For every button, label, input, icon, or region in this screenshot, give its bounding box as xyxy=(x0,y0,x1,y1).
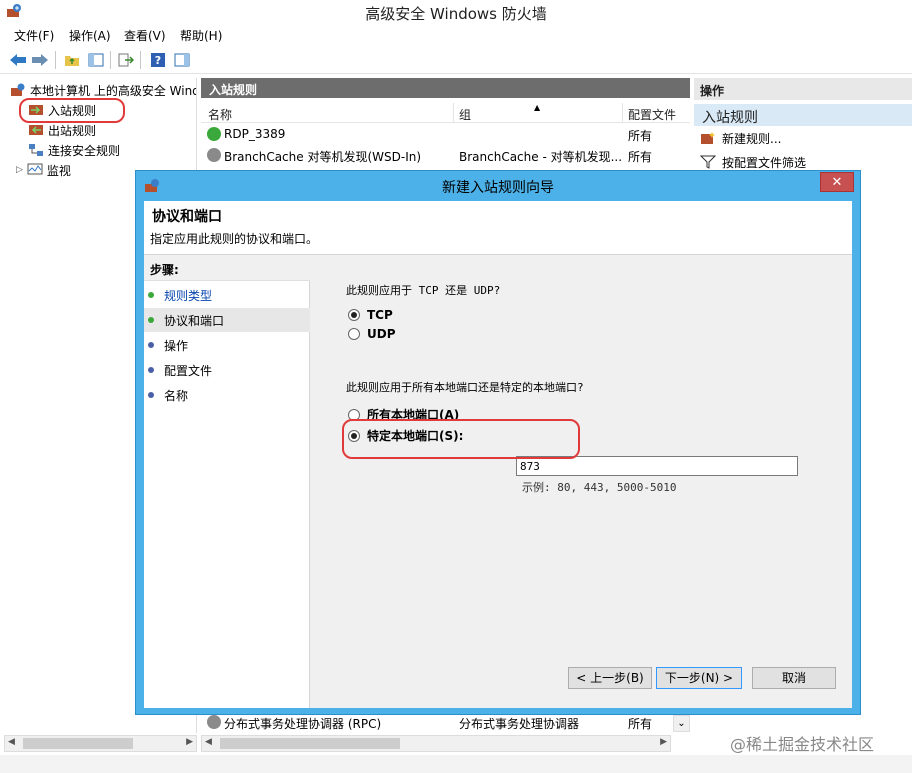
actions-section-inbound[interactable]: 入站规则 xyxy=(694,104,912,126)
step-dot-icon xyxy=(148,292,154,298)
port-question: 此规则应用于所有本地端口还是特定的本地端口? xyxy=(346,381,584,394)
forward-arrow-icon[interactable] xyxy=(30,50,50,70)
export-list-icon[interactable] xyxy=(116,50,136,70)
help-icon[interactable]: ? xyxy=(148,50,168,70)
inbound-rules-icon xyxy=(29,105,43,115)
actions-header: 操作 xyxy=(694,78,912,100)
menu-action[interactable]: 操作(A) xyxy=(69,27,111,44)
tree-horizontal-scrollbar[interactable]: ◀ ▶ xyxy=(4,735,197,752)
column-profile[interactable]: 配置文件 xyxy=(628,106,676,123)
tcp-radio[interactable]: TCP xyxy=(348,308,393,322)
step-dot-icon xyxy=(148,342,154,348)
dialog-subheading: 指定应用此规则的协议和端口。 xyxy=(150,232,319,246)
close-icon[interactable]: ✕ xyxy=(820,172,854,192)
menu-help[interactable]: 帮助(H) xyxy=(180,27,222,44)
port-example-hint: 示例: 80, 443, 5000-5010 xyxy=(522,481,677,494)
step-dot-icon xyxy=(148,392,154,398)
dialog-title-bar: 新建入站规则向导 ✕ xyxy=(136,171,860,201)
dialog-heading: 协议和端口 xyxy=(152,209,222,225)
back-button[interactable]: < 上一步(B) xyxy=(568,667,652,689)
menu-file[interactable]: 文件(F) xyxy=(14,27,54,44)
column-headers: 名称 组 ▲ 配置文件 xyxy=(201,103,690,123)
table-row[interactable]: 分布式事务处理协调器 (RPC) 分布式事务处理协调器 所有 xyxy=(201,712,690,733)
radio-selected-icon xyxy=(348,429,360,442)
tree-item-connection-security[interactable]: 连接安全规则 xyxy=(28,140,120,160)
wizard-steps: 步骤: 规则类型 协议和端口 操作 配置文件 名称 xyxy=(144,257,310,708)
tree-item-label: 入站规则 xyxy=(48,103,97,118)
svg-text:?: ? xyxy=(155,54,161,67)
scroll-down-arrow-icon[interactable]: ⌄ xyxy=(673,715,690,732)
new-inbound-rule-wizard: 新建入站规则向导 ✕ 协议和端口 指定应用此规则的协议和端口。 步骤: 规则类型… xyxy=(135,170,861,715)
tree-item-monitoring[interactable]: ▷ 监视 xyxy=(16,160,71,180)
new-rule-icon xyxy=(701,132,715,144)
next-button[interactable]: 下一步(N) > xyxy=(656,667,742,689)
protocol-question: 此规则应用于 TCP 还是 UDP? xyxy=(346,284,501,297)
status-bar xyxy=(0,755,912,773)
list-horizontal-scrollbar[interactable]: ◀ ▶ xyxy=(201,735,671,752)
show-action-pane-icon[interactable] xyxy=(172,50,192,70)
column-name[interactable]: 名称 xyxy=(208,106,232,123)
dialog-header: 协议和端口 指定应用此规则的协议和端口。 xyxy=(144,201,852,255)
specific-ports-radio[interactable]: 特定本地端口(S): xyxy=(348,427,463,444)
step-dot-icon xyxy=(148,367,154,373)
new-rule-action[interactable]: 新建规则... xyxy=(700,128,781,148)
enabled-check-icon xyxy=(207,127,221,141)
step-rule-type[interactable]: 规则类型 xyxy=(144,283,310,307)
watermark: @稀土掘金技术社区 xyxy=(730,735,875,754)
expand-chevron-icon[interactable]: ▷ xyxy=(16,165,23,175)
filter-by-profile-action[interactable]: 按配置文件筛选 xyxy=(700,152,806,172)
step-protocol-and-ports[interactable]: 协议和端口 xyxy=(144,308,310,332)
panel-header-inbound: 入站规则 xyxy=(201,78,690,98)
tree-root[interactable]: 本地计算机 上的高级安全 Wind xyxy=(10,80,197,100)
tree-item-inbound-rules[interactable]: 入站规则 xyxy=(28,100,96,120)
dialog-title: 新建入站规则向导 xyxy=(442,180,554,196)
up-folder-icon[interactable] xyxy=(62,50,82,70)
monitoring-icon xyxy=(27,163,43,175)
title-bar: 高级安全 Windows 防火墙 xyxy=(0,0,912,24)
all-ports-radio[interactable]: 所有本地端口(A) xyxy=(348,406,459,423)
disabled-rule-icon xyxy=(207,715,221,729)
connection-security-icon xyxy=(29,144,43,156)
table-row[interactable]: RDP_3389 所有 xyxy=(201,124,690,145)
steps-title: 步骤: xyxy=(144,257,310,281)
step-action[interactable]: 操作 xyxy=(144,333,310,357)
tree-item-label: 连接安全规则 xyxy=(48,143,121,158)
udp-radio[interactable]: UDP xyxy=(348,327,396,341)
step-name[interactable]: 名称 xyxy=(144,383,310,407)
outbound-rules-icon xyxy=(29,125,43,135)
firewall-icon xyxy=(11,83,25,96)
tree-item-outbound-rules[interactable]: 出站规则 xyxy=(28,120,96,140)
window-title: 高级安全 Windows 防火墙 xyxy=(365,5,547,23)
step-profile[interactable]: 配置文件 xyxy=(144,358,310,382)
tree-root-label: 本地计算机 上的高级安全 Wind xyxy=(30,83,197,98)
radio-selected-icon xyxy=(348,309,360,321)
cancel-button[interactable]: 取消 xyxy=(752,667,836,689)
radio-unselected-icon xyxy=(348,328,360,340)
dialog-body: 协议和端口 指定应用此规则的协议和端口。 步骤: 规则类型 协议和端口 操作 配… xyxy=(144,201,852,708)
column-group[interactable]: 组 xyxy=(459,106,471,123)
menu-bar: 文件(F) 操作(A) 查看(V) 帮助(H) xyxy=(0,24,912,46)
radio-unselected-icon xyxy=(348,408,360,421)
wizard-content: 此规则应用于 TCP 还是 UDP? TCP UDP 此规则应用于所有本地端口还… xyxy=(312,257,852,708)
tree-item-label: 出站规则 xyxy=(48,123,97,138)
filter-icon xyxy=(700,155,716,169)
menu-view[interactable]: 查看(V) xyxy=(124,27,166,44)
specific-ports-input[interactable] xyxy=(516,456,798,476)
step-dot-icon xyxy=(148,317,154,323)
table-row[interactable]: BranchCache 对等机发现(WSD-In) BranchCache - … xyxy=(201,145,690,166)
toolbar: ? xyxy=(0,46,912,74)
disabled-rule-icon xyxy=(207,148,221,162)
back-arrow-icon[interactable] xyxy=(8,50,28,70)
tree-item-label: 监视 xyxy=(46,163,71,178)
sort-arrow-icon: ▲ xyxy=(534,103,541,112)
show-tree-icon[interactable] xyxy=(86,50,106,70)
